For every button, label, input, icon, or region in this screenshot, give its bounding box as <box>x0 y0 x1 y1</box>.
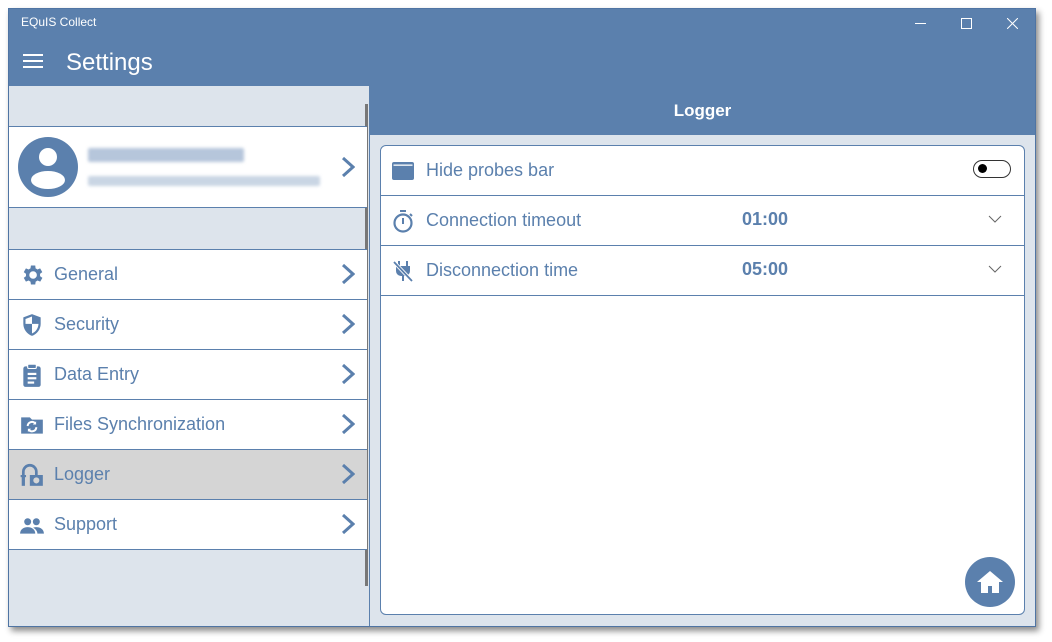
title-bar: EQuIS Collect <box>9 9 1035 37</box>
logger-icon <box>20 463 43 486</box>
chevron-right-icon <box>341 463 355 485</box>
hide-probes-bar-toggle[interactable] <box>973 160 1011 178</box>
chevron-right-icon <box>341 513 355 535</box>
toggle-knob <box>978 164 987 173</box>
connection-timeout-value: 01:00 <box>742 209 789 229</box>
profile-name <box>88 148 244 162</box>
minimize-icon <box>914 22 926 24</box>
sidebar-item-general[interactable]: General <box>9 249 367 299</box>
home-button[interactable] <box>965 557 1015 607</box>
chevron-right-icon <box>341 413 355 435</box>
maximize-icon <box>960 17 972 29</box>
clipboard-icon <box>23 363 41 387</box>
app-header: Settings <box>9 37 1035 86</box>
sidebar-item-label: Logger <box>54 464 111 484</box>
gear-icon <box>23 265 43 285</box>
sidebar-item-label: Files Synchronization <box>54 414 226 434</box>
home-icon <box>977 571 1003 593</box>
setting-label: Disconnection time <box>426 260 579 280</box>
logger-panel: Logger Hide probes bar Connection timeou… <box>370 86 1035 626</box>
chevron-right-icon <box>341 263 355 285</box>
setting-disconnection-time[interactable]: Disconnection time 05:00 <box>381 246 1024 296</box>
close-icon <box>1006 17 1018 29</box>
disconnection-time-value: 05:00 <box>742 259 789 279</box>
people-icon <box>20 518 44 534</box>
chevron-right-icon <box>341 363 355 385</box>
sidebar-item-label: Support <box>54 514 118 534</box>
sidebar-item-label: Data Entry <box>54 364 140 384</box>
panel-title: Logger <box>370 86 1035 135</box>
app-window: EQuIS Collect Settings General Security … <box>8 8 1036 627</box>
settings-nav: General Security Data Entry Files Synchr… <box>9 249 367 550</box>
sidebar-item-support[interactable]: Support <box>9 499 367 550</box>
hamburger-icon[interactable] <box>23 54 43 68</box>
sidebar-item-label: General <box>54 264 119 284</box>
chevron-right-icon <box>341 156 355 178</box>
close-button[interactable] <box>989 9 1035 37</box>
unplug-icon <box>392 260 414 283</box>
setting-hide-probes-bar[interactable]: Hide probes bar <box>381 146 1024 196</box>
sidebar-item-logger[interactable]: Logger <box>9 449 367 499</box>
profile-card[interactable] <box>9 126 367 208</box>
folder-sync-icon <box>21 417 43 434</box>
profile-email <box>88 176 320 186</box>
setting-label: Connection timeout <box>426 210 582 230</box>
logger-settings-card: Hide probes bar Connection timeout 01:00… <box>380 145 1025 615</box>
setting-label: Hide probes bar <box>426 160 555 180</box>
maximize-button[interactable] <box>943 9 989 37</box>
sidebar-item-label: Security <box>54 314 120 334</box>
sidebar-item-files-synchronization[interactable]: Files Synchronization <box>9 399 367 449</box>
sidebar-item-data-entry[interactable]: Data Entry <box>9 349 367 399</box>
user-avatar-icon <box>18 137 78 197</box>
sidebar: General Security Data Entry Files Synchr… <box>9 86 370 626</box>
chevron-down-icon[interactable] <box>988 214 1002 224</box>
chevron-right-icon <box>341 313 355 335</box>
window-bar-icon <box>392 162 414 180</box>
page-title: Settings <box>66 49 153 76</box>
app-title: EQuIS Collect <box>21 15 97 29</box>
setting-connection-timeout[interactable]: Connection timeout 01:00 <box>381 196 1024 246</box>
stopwatch-icon <box>393 210 413 233</box>
minimize-button[interactable] <box>897 9 943 37</box>
chevron-down-icon[interactable] <box>988 264 1002 274</box>
sidebar-item-security[interactable]: Security <box>9 299 367 349</box>
shield-icon <box>23 314 41 336</box>
